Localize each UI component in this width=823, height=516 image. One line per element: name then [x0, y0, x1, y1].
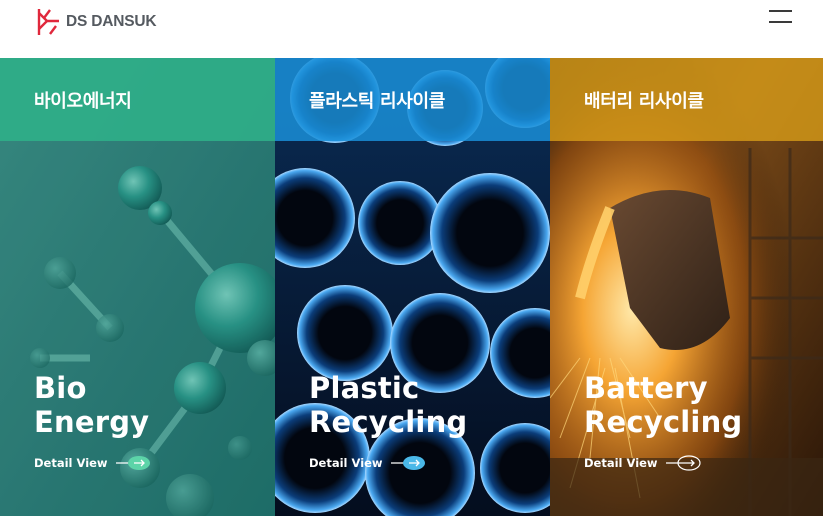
- panel-plastic-recycling[interactable]: 플라스틱 리사이클 Plastic Recycling Detail View: [275, 58, 550, 516]
- title-line-1: Plastic: [309, 371, 420, 405]
- title-line-2: Energy: [34, 405, 150, 439]
- panel-bio-energy[interactable]: 바이오에너지 Bio Energy Detail View: [0, 58, 275, 516]
- title-line-2: Recycling: [309, 405, 468, 439]
- logo-mark-icon: [37, 9, 59, 35]
- panel-battery-recycling[interactable]: 배터리 리사이클 Battery Recycling Detail View: [550, 58, 823, 516]
- band-bio-energy: 바이오에너지: [0, 58, 275, 141]
- detail-view-label: Detail View: [309, 456, 383, 470]
- band-battery-recycling: 배터리 리사이클: [550, 58, 823, 141]
- site-header: DS DANSUK: [0, 0, 823, 58]
- panel-title: Plastic Recycling: [309, 371, 467, 439]
- detail-view-link[interactable]: Detail View: [584, 455, 702, 471]
- detail-view-label: Detail View: [584, 456, 658, 470]
- panel-label-korean: 바이오에너지: [34, 91, 132, 112]
- arrow-right-icon: [665, 455, 701, 471]
- detail-view-link[interactable]: Detail View: [34, 455, 152, 471]
- title-line-2: Recycling: [584, 405, 743, 439]
- band-plastic-recycling: 플라스틱 리사이클: [275, 58, 550, 141]
- panel-label-korean: 배터리 리사이클: [584, 91, 704, 112]
- title-line-1: Battery: [584, 371, 708, 405]
- title-line-1: Bio: [34, 371, 87, 405]
- detail-view-link[interactable]: Detail View: [309, 455, 427, 471]
- hamburger-menu-icon[interactable]: [769, 8, 793, 26]
- ds-dansuk-logo[interactable]: DS DANSUK: [34, 7, 157, 37]
- arrow-right-icon: [115, 456, 150, 470]
- business-panels: 바이오에너지 Bio Energy Detail View 플라스틱 리사이클 …: [0, 58, 823, 516]
- logo-text: DS DANSUK: [66, 13, 157, 30]
- panel-title: Battery Recycling: [584, 371, 742, 439]
- panel-label-korean: 플라스틱 리사이클: [309, 91, 446, 112]
- arrow-right-icon: [390, 456, 425, 470]
- panel-title: Bio Energy: [34, 371, 149, 439]
- detail-view-label: Detail View: [34, 456, 108, 470]
